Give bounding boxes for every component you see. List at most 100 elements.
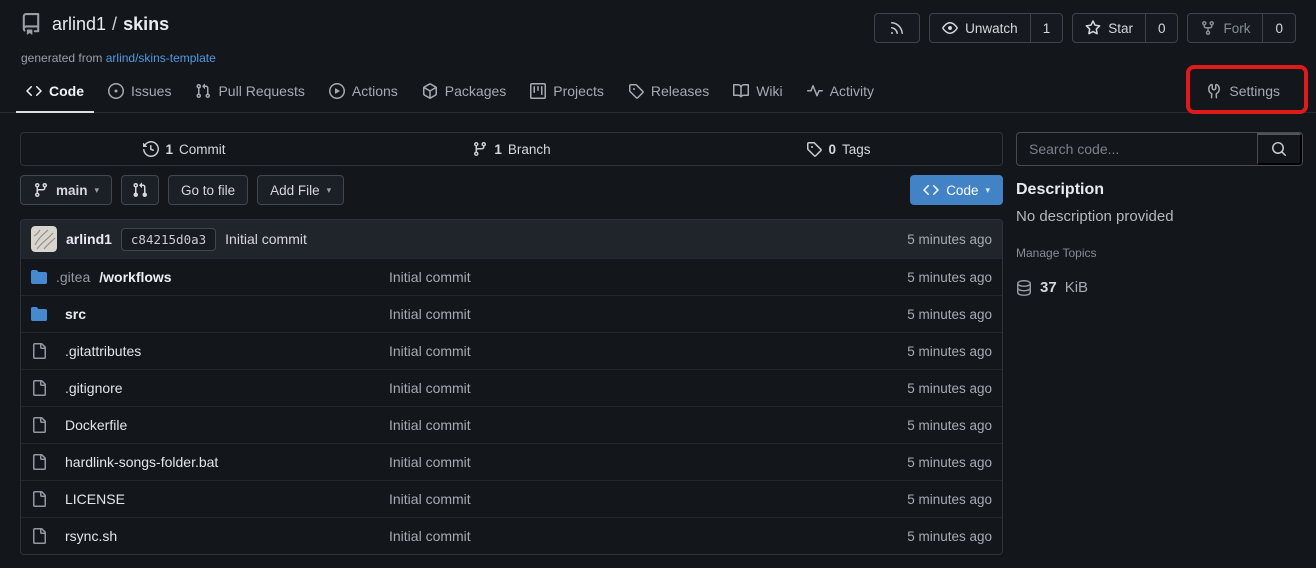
book-icon [733,83,749,99]
repo-nav-tabs: Code Issues Pull Requests Actions Packag… [0,73,1316,113]
file-icon [31,417,47,433]
tab-settings[interactable]: Settings [1196,73,1290,113]
file-commit-time: 5 minutes ago [822,418,992,433]
compare-button[interactable] [121,175,159,205]
branches-stat[interactable]: 1 Branch [348,133,675,165]
tab-actions[interactable]: Actions [319,73,408,113]
tab-code-label: Code [49,83,84,99]
commit-message-link[interactable]: Initial commit [225,231,307,247]
search-button[interactable] [1257,133,1302,165]
rss-icon [889,20,905,36]
file-commit-message-link[interactable]: Initial commit [389,380,822,396]
generated-from: generated from arlind/skins-template [21,51,1296,65]
file-commit-message-link[interactable]: Initial commit [389,269,822,285]
star-label: Star [1108,21,1133,36]
file-name-text: src [65,306,389,322]
branch-icon [33,182,49,198]
repo-size-unit: KiB [1065,279,1088,296]
forks-count[interactable]: 0 [1262,14,1295,42]
branch-selector[interactable]: main ▾ [20,175,112,205]
add-file-button[interactable]: Add File ▾ [257,175,344,205]
star-button-group: Star 0 [1072,13,1178,43]
file-name-prefix: .gitea [56,269,90,285]
file-name-text: Dockerfile [65,417,389,433]
star-button[interactable]: Star [1073,14,1145,42]
tab-projects-label: Projects [553,83,604,99]
file-commit-message-link[interactable]: Initial commit [389,454,822,470]
file-name-link[interactable]: hardlink-songs-folder.bat [31,454,389,470]
eye-icon [942,20,958,36]
file-icon [31,491,47,507]
file-commit-message-link[interactable]: Initial commit [389,491,822,507]
tab-wiki-label: Wiki [756,83,782,99]
file-commit-time: 5 minutes ago [822,492,992,507]
tags-stat[interactable]: 0 Tags [675,133,1002,165]
watchers-count[interactable]: 1 [1030,14,1063,42]
repo-icon [20,13,42,35]
tab-code[interactable]: Code [16,73,94,113]
repo-size-value: 37 [1040,279,1057,296]
tab-activity[interactable]: Activity [797,73,884,113]
chevron-down-icon: ▾ [327,186,332,195]
repo-name-link[interactable]: skins [123,14,169,35]
tab-packages-label: Packages [445,83,506,99]
file-row: .gitattributes Initial commit 5 minutes … [21,332,1002,369]
code-download-button[interactable]: Code ▾ [910,175,1003,205]
code-icon [923,182,939,198]
file-name-link[interactable]: .gitattributes [31,343,389,359]
file-commit-message-link[interactable]: Initial commit [389,306,822,322]
file-name-link[interactable]: Dockerfile [31,417,389,433]
commit-author-link[interactable]: arlind1 [66,231,112,247]
tab-pull-requests-label: Pull Requests [218,83,304,99]
file-name-text: hardlink-songs-folder.bat [65,454,389,470]
tab-wiki[interactable]: Wiki [723,73,792,113]
tab-packages[interactable]: Packages [412,73,516,113]
file-name-link[interactable]: LICENSE [31,491,389,507]
fork-label: Fork [1223,21,1250,36]
file-icon [31,528,47,544]
file-commit-message-link[interactable]: Initial commit [389,343,822,359]
file-commit-message-link[interactable]: Initial commit [389,528,822,544]
commit-sha-link[interactable]: c84215d0a3 [121,228,216,251]
avatar [31,226,57,252]
file-name-link[interactable]: src [31,306,389,322]
file-name-text: .gitattributes [65,343,389,359]
header-actions: Unwatch 1 Star 0 Fork 0 [874,13,1296,43]
file-list: .gitea/workflows Initial commit 5 minute… [21,258,1002,554]
file-name-link[interactable]: rsync.sh [31,528,389,544]
repo-stats-bar: 1 Commit 1 Branch 0 Tags [20,132,1003,166]
pull-request-icon [195,83,211,99]
description-empty-text: No description provided [1016,208,1303,225]
file-row: .gitignore Initial commit 5 minutes ago [21,369,1002,406]
file-name-text: rsync.sh [65,528,389,544]
template-repo-link[interactable]: arlind/skins-template [106,51,216,65]
tab-issues[interactable]: Issues [98,73,181,113]
tab-issues-label: Issues [131,83,171,99]
compare-icon [132,182,148,198]
fork-button[interactable]: Fork [1188,14,1262,42]
search-input[interactable] [1017,133,1257,165]
star-icon [1085,20,1101,36]
repo-owner-link[interactable]: arlind1 [52,14,106,35]
file-commit-message-link[interactable]: Initial commit [389,417,822,433]
go-to-file-button[interactable]: Go to file [168,175,248,205]
file-name-link[interactable]: .gitignore [31,380,389,396]
file-row: src Initial commit 5 minutes ago [21,295,1002,332]
repo-size: 37 KiB [1016,279,1303,296]
tab-projects[interactable]: Projects [520,73,614,113]
file-commit-time: 5 minutes ago [822,529,992,544]
tab-releases[interactable]: Releases [618,73,719,113]
latest-commit-row: arlind1 c84215d0a3 Initial commit 5 minu… [21,220,1002,258]
stars-count[interactable]: 0 [1145,14,1178,42]
file-row: .gitea/workflows Initial commit 5 minute… [21,258,1002,295]
repo-title-separator: / [112,14,117,35]
tab-pull-requests[interactable]: Pull Requests [185,73,314,113]
manage-topics-link[interactable]: Manage Topics [1016,246,1097,260]
commits-stat[interactable]: 1 Commit [21,133,348,165]
repo-sidebar: Description No description provided Mana… [1016,132,1303,296]
file-name-link[interactable]: .gitea/workflows [31,269,389,285]
rss-button[interactable] [874,13,920,43]
fork-icon [1200,20,1216,36]
branch-name: main [56,183,88,198]
unwatch-button[interactable]: Unwatch [930,14,1030,42]
